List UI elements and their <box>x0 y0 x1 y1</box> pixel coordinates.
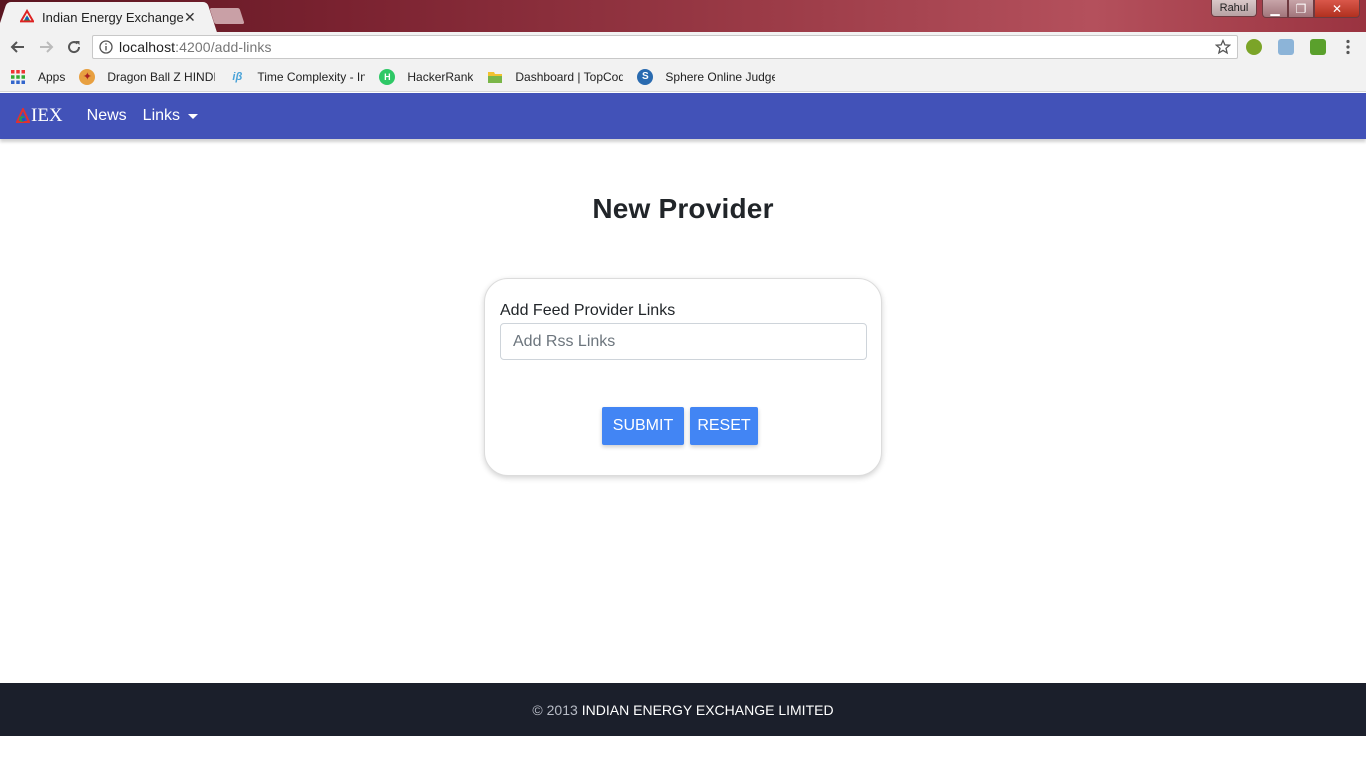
footer-company-name: INDIAN ENERGY EXCHANGE LIMITED <box>581 701 834 718</box>
bookmark-label: Apps <box>38 69 66 84</box>
profile-button[interactable]: Rahul <box>1211 0 1257 17</box>
bookmark-time-complexity[interactable]: iβ Time Complexity - In <box>229 69 365 85</box>
brand-text: IEX <box>31 105 63 126</box>
bookmarks-bar: Apps ✦ Dragon Ball Z HINDI iβ Time Compl… <box>0 62 1366 92</box>
footer-copyright: © 2013 <box>532 701 578 718</box>
page-footer: © 2013 INDIAN ENERGY EXCHANGE LIMITED <box>0 683 1366 736</box>
bookmark-label: Dragon Ball Z HINDI <box>107 69 216 84</box>
bookmark-hackerrank[interactable]: H HackerRank <box>379 68 474 85</box>
browser-toolbar: localhost:4200/add-links <box>0 32 1366 62</box>
nav-link-label: Links <box>142 107 181 124</box>
bookmark-label: Dashboard | TopCod <box>515 69 624 84</box>
browser-titlebar: Indian Energy Exchange ✕ Rahul ▁ ❐ ✕ <box>0 0 1366 32</box>
brand-logo-link[interactable]: IEX <box>16 105 63 127</box>
submit-button[interactable]: SUBMIT <box>602 407 684 445</box>
nav-link-links-dropdown[interactable]: Links <box>142 107 199 125</box>
bookmark-label: Sphere Online Judge <box>665 69 776 84</box>
address-bar[interactable]: localhost:4200/add-links <box>92 35 1238 59</box>
nav-link-news[interactable]: News <box>87 107 127 125</box>
bookmark-label: HackerRank <box>407 69 474 84</box>
tab-close-icon[interactable]: ✕ <box>184 9 196 26</box>
bookmark-label: Time Complexity - In <box>257 69 366 84</box>
reload-button[interactable] <box>64 37 84 57</box>
topcoder-icon <box>488 71 503 83</box>
iex-favicon-icon <box>20 9 35 23</box>
tab-title: Indian Energy Exchange <box>42 9 184 25</box>
maximize-button[interactable]: ❐ <box>1288 0 1314 18</box>
cors-extension-icon[interactable] <box>1310 39 1326 55</box>
app-navbar: IEX News Links <box>0 93 1366 139</box>
arrow-left-icon <box>10 41 24 53</box>
iex-logo-icon <box>16 108 30 123</box>
hackerrank-icon: H <box>379 68 396 85</box>
apps-grid-icon <box>11 69 25 84</box>
reload-icon <box>68 41 81 54</box>
url-host: localhost <box>119 39 176 55</box>
back-button[interactable] <box>8 37 28 57</box>
kebab-menu-icon <box>1346 39 1350 55</box>
arrow-right-icon <box>40 41 54 53</box>
minimize-button[interactable]: ▁ <box>1262 0 1288 18</box>
add-provider-card: Add Feed Provider Links SUBMIT RESET <box>484 278 882 476</box>
extension-icon-1[interactable] <box>1246 39 1262 55</box>
bookmark-spoj[interactable]: S Sphere Online Judge <box>637 68 776 85</box>
reset-button[interactable]: RESET <box>690 407 758 445</box>
forward-button[interactable] <box>36 37 56 57</box>
bookmark-topcoder[interactable]: Dashboard | TopCod <box>487 69 623 85</box>
rss-links-input[interactable] <box>500 323 867 360</box>
caret-down-icon <box>188 113 199 119</box>
info-icon[interactable] <box>99 40 113 54</box>
nav-link-label: News <box>86 107 127 124</box>
spoj-icon: S <box>637 68 654 85</box>
bookmark-dragon-ball[interactable]: ✦ Dragon Ball Z HINDI <box>79 68 216 85</box>
extension-icon-2[interactable] <box>1278 39 1294 55</box>
url-text[interactable]: localhost:4200/add-links <box>119 39 272 55</box>
new-tab-button[interactable] <box>209 8 245 24</box>
ib-icon: iβ <box>232 70 243 83</box>
bookmark-star-icon[interactable] <box>1215 39 1231 55</box>
close-window-button[interactable]: ✕ <box>1314 0 1360 18</box>
browser-tab-active[interactable]: Indian Energy Exchange ✕ <box>8 2 206 32</box>
bookmark-apps[interactable]: Apps <box>10 69 65 85</box>
dragon-ball-icon: ✦ <box>79 68 96 85</box>
page-title: New Provider <box>592 193 774 224</box>
feed-provider-label: Add Feed Provider Links <box>500 302 676 319</box>
url-path: :4200/add-links <box>175 39 272 55</box>
browser-menu-button[interactable] <box>1338 37 1358 57</box>
